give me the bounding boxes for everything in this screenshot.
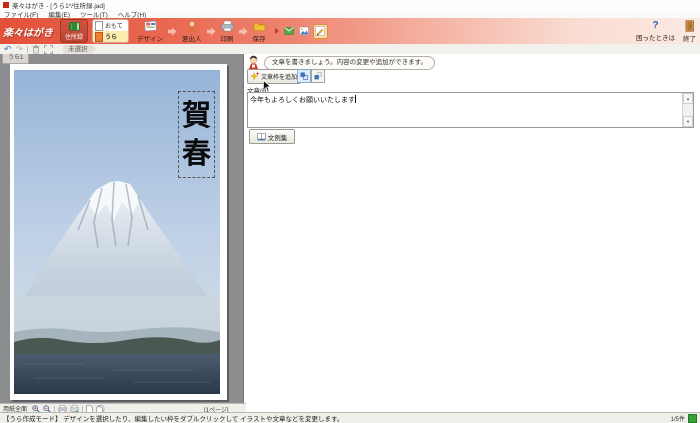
phrase-book-icon bbox=[257, 133, 266, 141]
page-tab-back1[interactable]: うら1 bbox=[2, 54, 30, 64]
text-caret bbox=[355, 95, 356, 103]
exit-door-icon bbox=[685, 19, 694, 32]
save-label: 保存 bbox=[252, 35, 266, 43]
flow-arrow-icon bbox=[238, 27, 248, 36]
address-book-button[interactable]: 住所録 bbox=[60, 19, 88, 43]
envelope-icon bbox=[284, 27, 294, 35]
record-count: 1/5件 bbox=[670, 416, 685, 423]
design-label: デザイン bbox=[137, 35, 163, 43]
horizontal-text-toggle[interactable] bbox=[311, 69, 325, 83]
flow-arrow-icon bbox=[168, 27, 177, 36]
design-button[interactable]: デザイン bbox=[137, 20, 163, 43]
help-button[interactable]: ? 困ったときは bbox=[636, 19, 675, 42]
frame-select-button[interactable] bbox=[44, 44, 54, 54]
scroll-up-icon[interactable]: ▲ bbox=[683, 93, 693, 104]
greeting-char: 賀 bbox=[181, 98, 211, 132]
scroll-down-icon[interactable]: ▼ bbox=[683, 116, 693, 127]
phrase-samples-label: 文例集 bbox=[267, 134, 288, 142]
selection-status-badge: 未選択 bbox=[63, 45, 97, 54]
sender-button[interactable]: 差出人 bbox=[182, 20, 202, 43]
illustration-tool-button[interactable] bbox=[298, 25, 311, 38]
question-icon: ? bbox=[652, 19, 659, 31]
status-message: 【うら作成モード】 デザインを選択したり、編集したい枠をダブルクリックして イラ… bbox=[3, 416, 344, 423]
horizontal-text-icon bbox=[314, 72, 322, 80]
print-button[interactable]: 印刷 bbox=[221, 20, 234, 43]
vertical-text-toggle[interactable] bbox=[297, 69, 311, 83]
main-toolbar: 楽々はがき 住所録 おもて うら デザイン 差出人 印刷 保存 ? 困ったときは… bbox=[0, 18, 700, 44]
add-star-icon bbox=[250, 72, 259, 81]
design-icon bbox=[143, 20, 157, 31]
photo-icon bbox=[299, 26, 309, 36]
phrase-samples-button[interactable]: 文例集 bbox=[249, 129, 295, 144]
guide-row: 文章を書きましょう。内容の変更や追加ができます。 bbox=[247, 55, 435, 70]
front-side-button[interactable]: おもて bbox=[93, 20, 128, 31]
card-canvas[interactable]: うら1 賀 春 bbox=[0, 54, 244, 404]
delete-button[interactable] bbox=[32, 44, 40, 54]
save-button[interactable]: 保存 bbox=[253, 20, 266, 43]
address-book-label: 住所録 bbox=[64, 34, 83, 41]
front-side-label: おもて bbox=[105, 24, 123, 30]
side-toggle: おもて うら bbox=[92, 19, 129, 43]
more-tools-caret-icon[interactable] bbox=[274, 28, 279, 34]
app-logo: 楽々はがき bbox=[3, 27, 53, 39]
help-label: 困ったときは bbox=[636, 34, 675, 42]
status-bar: 【うら作成モード】 デザインを選択したり、編集したい枠をダブルクリックして イラ… bbox=[0, 412, 700, 423]
back-side-button[interactable]: うら bbox=[93, 31, 128, 42]
back-side-label: うら bbox=[105, 35, 118, 41]
greeting-text-frame[interactable]: 賀 春 bbox=[178, 91, 215, 178]
divider bbox=[27, 45, 29, 53]
edit-tool-button[interactable] bbox=[312, 23, 328, 39]
address-book-icon bbox=[68, 21, 80, 31]
divider bbox=[54, 405, 56, 412]
guide-bubble: 文章を書きましょう。内容の変更や追加ができます。 bbox=[264, 55, 435, 70]
flow-arrow-icon bbox=[206, 27, 216, 36]
pencil-icon bbox=[315, 26, 325, 36]
print-label: 印刷 bbox=[220, 35, 234, 43]
menu-bar: ファイル(F) 編集(E) ツール(T) ヘルプ(H) bbox=[0, 10, 700, 19]
undo-button[interactable]: ↶ bbox=[4, 44, 12, 54]
vertical-text-icon bbox=[300, 72, 308, 80]
redo-button[interactable]: ↷ bbox=[16, 44, 24, 54]
application-window: 楽々はがき - [うら1*/住所録.jad] ファイル(F) 編集(E) ツール… bbox=[0, 0, 700, 423]
record-status-icon bbox=[688, 413, 697, 423]
divider bbox=[82, 405, 84, 412]
app-icon bbox=[3, 2, 9, 8]
card-tool-button[interactable] bbox=[283, 25, 296, 38]
sender-label: 差出人 bbox=[182, 35, 202, 43]
mascot-icon bbox=[249, 55, 258, 69]
exit-label: 終了 bbox=[683, 35, 696, 43]
back-page-icon bbox=[95, 31, 103, 42]
add-text-frame-button[interactable]: 文章枠を追加 bbox=[247, 69, 301, 84]
postcard-preview[interactable]: 賀 春 bbox=[10, 64, 227, 400]
sender-icon bbox=[187, 20, 197, 31]
print-icon bbox=[221, 20, 233, 31]
front-page-icon bbox=[95, 20, 103, 31]
save-icon bbox=[253, 22, 265, 31]
message-textarea[interactable]: 今年もよろしくお願いいたします ▲ ▼ bbox=[247, 92, 694, 128]
greeting-char: 春 bbox=[181, 136, 211, 170]
textarea-scrollbar[interactable]: ▲ ▼ bbox=[682, 93, 693, 127]
text-edit-panel: 文章を書きましょう。内容の変更や追加ができます。 文章枠を追加 今年もよろしくお… bbox=[244, 54, 700, 413]
message-text: 今年もよろしくお願いいたします bbox=[250, 95, 356, 104]
exit-button[interactable]: 終了 bbox=[683, 19, 696, 43]
